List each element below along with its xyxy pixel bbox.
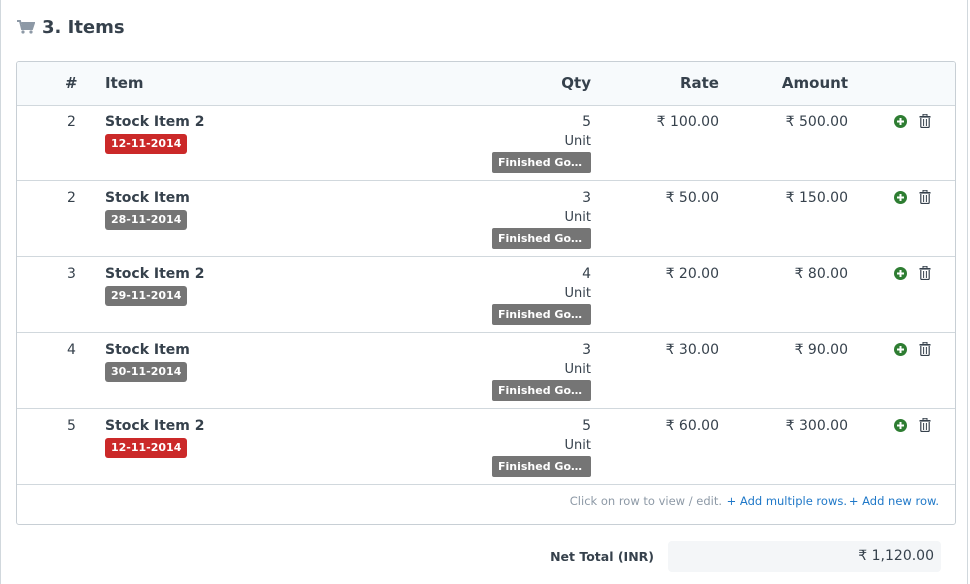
date-badge: 30-11-2014	[105, 362, 188, 382]
qty-value: 4	[582, 266, 591, 282]
add-new-row-link[interactable]: + Add new row.	[849, 494, 939, 508]
unit-value: Unit	[564, 210, 591, 225]
grid-header: # Item Qty Rate Amount	[17, 62, 955, 106]
rate-value: ₹ 50.00	[665, 190, 719, 206]
header-amount: Amount	[781, 74, 848, 92]
item-name: Stock Item 2	[105, 266, 205, 282]
rate-value: ₹ 30.00	[665, 342, 719, 358]
trash-icon[interactable]	[919, 342, 931, 356]
qty-value: 5	[582, 418, 591, 434]
row-index: 4	[67, 342, 76, 358]
date-badge: 12-11-2014	[105, 134, 188, 154]
row-index: 2	[67, 114, 76, 130]
add-circle-icon[interactable]	[894, 115, 907, 128]
rate-value: ₹ 20.00	[665, 266, 719, 282]
edit-hint: Click on row to view / edit.	[569, 494, 722, 508]
date-badge: 12-11-2014	[105, 438, 188, 458]
row-index: 3	[67, 266, 76, 282]
table-row[interactable]: 3 Stock Item 2 29-11-2014 4 Unit Finished Goo…	[17, 257, 955, 333]
trash-icon[interactable]	[919, 190, 931, 204]
rate-value: ₹ 100.00	[656, 114, 719, 130]
trash-icon[interactable]	[919, 418, 931, 432]
grid-footer: Click on row to view / edit. + Add multi…	[17, 487, 955, 524]
amount-value: ₹ 500.00	[785, 114, 848, 130]
table-row[interactable]: 4 Stock Item 30-11-2014 3 Unit Finished Goods…	[17, 333, 955, 409]
date-badge: 29-11-2014	[105, 286, 188, 306]
row-index: 5	[67, 418, 76, 434]
header-index: #	[65, 74, 78, 92]
unit-value: Unit	[564, 134, 591, 149]
net-total-label: Net Total (INR)	[550, 549, 654, 564]
item-name: Stock Item	[105, 190, 190, 206]
item-name: Stock Item 2	[105, 418, 205, 434]
cart-icon	[17, 20, 35, 34]
unit-value: Unit	[564, 438, 591, 453]
add-circle-icon[interactable]	[894, 343, 907, 356]
item-group-badge: Finished Goods	[492, 304, 591, 325]
items-grid: # Item Qty Rate Amount 2 Stock Item 2 12-1…	[16, 61, 956, 525]
qty-value: 5	[582, 114, 591, 130]
qty-value: 3	[582, 190, 591, 206]
item-group-badge: Finished Goods	[492, 228, 591, 249]
header-item: Item	[105, 74, 144, 92]
item-name: Stock Item	[105, 342, 190, 358]
add-circle-icon[interactable]	[894, 419, 907, 432]
header-qty: Qty	[561, 74, 591, 92]
date-badge: 28-11-2014	[105, 210, 188, 230]
unit-value: Unit	[564, 286, 591, 301]
qty-value: 3	[582, 342, 591, 358]
add-circle-icon[interactable]	[894, 191, 907, 204]
net-total-field[interactable]: ₹ 1,120.00	[668, 541, 941, 572]
item-group-badge: Finished Goods	[492, 152, 591, 173]
item-group-badge: Finished Goods	[492, 380, 591, 401]
row-index: 2	[67, 190, 76, 206]
amount-value: ₹ 90.00	[794, 342, 848, 358]
amount-value: ₹ 150.00	[785, 190, 848, 206]
rate-value: ₹ 60.00	[665, 418, 719, 434]
add-circle-icon[interactable]	[894, 267, 907, 280]
table-row[interactable]: 2 Stock Item 28-11-2014 3 Unit Finished Goods…	[17, 181, 955, 257]
table-row[interactable]: 2 Stock Item 2 12-11-2014 5 Unit Finished Goo…	[17, 105, 955, 181]
header-rate: Rate	[679, 74, 719, 92]
section-header: 3. Items	[17, 14, 125, 40]
item-name: Stock Item 2	[105, 114, 205, 130]
unit-value: Unit	[564, 362, 591, 377]
section-title: 3. Items	[42, 16, 125, 38]
add-multiple-rows-link[interactable]: + Add multiple rows.	[727, 494, 847, 508]
trash-icon[interactable]	[919, 266, 931, 280]
amount-value: ₹ 80.00	[794, 266, 848, 282]
amount-value: ₹ 300.00	[785, 418, 848, 434]
table-row[interactable]: 5 Stock Item 2 12-11-2014 5 Unit Finished Goo…	[17, 409, 955, 485]
item-group-badge: Finished Goods	[492, 456, 591, 477]
trash-icon[interactable]	[919, 114, 931, 128]
